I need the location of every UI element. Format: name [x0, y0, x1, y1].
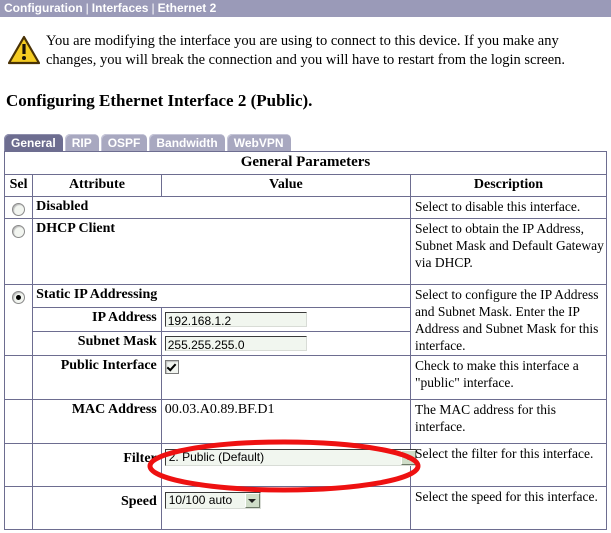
table-caption: General Parameters [4, 151, 607, 175]
tab-ospf[interactable]: OSPF [100, 134, 148, 152]
table-row-static-ip: Static IP Addressing Select to configure… [3, 283, 608, 356]
description-dhcp-client: Select to obtain the IP Address, Subnet … [409, 218, 608, 285]
radio-disabled-cell[interactable] [3, 196, 34, 219]
description-mac-address: The MAC address for this interface. [409, 399, 608, 444]
warning-banner: You are modifying the interface you are … [0, 32, 605, 70]
description-public-interface: Check to make this interface a "public" … [409, 355, 608, 400]
subnet-mask-input[interactable]: 255.255.255.0 [164, 335, 307, 351]
radio-dhcp-client[interactable] [12, 225, 26, 239]
warning-triangle-icon [8, 35, 40, 65]
breadcrumb-item-ethernet-2: Ethernet 2 [157, 1, 217, 15]
radio-static-ip[interactable] [12, 291, 26, 305]
page-title: Configuring Ethernet Interface 2 (Public… [6, 91, 313, 110]
chevron-down-icon[interactable] [244, 493, 260, 509]
description-filter: Select the filter for this interface. [409, 443, 608, 487]
description-disabled: Select to disable this interface. [409, 196, 608, 219]
table-row-disabled: Disabled Select to disable this interfac… [3, 196, 608, 219]
tab-rip[interactable]: RIP [64, 134, 99, 152]
value-mac-address: 00.03.A0.89.BF.D1 [160, 399, 411, 444]
table-row-dhcp-client: DHCP Client Select to obtain the IP Addr… [3, 218, 608, 285]
label-public-interface: Public Interface [32, 355, 162, 400]
tab-general[interactable]: General [4, 134, 63, 152]
column-header-value: Value [160, 174, 411, 197]
value-subnet-mask[interactable]: 255.255.255.0 [160, 331, 411, 356]
breadcrumb-item-configuration[interactable]: Configuration [0, 1, 83, 15]
table-header-row: Sel Attribute Value Description [3, 174, 608, 197]
table-caption-row: General Parameters [4, 151, 607, 175]
breadcrumb-separator: | [85, 1, 89, 15]
column-header-description: Description [409, 174, 608, 197]
speed-dropdown[interactable]: 10/100 auto [164, 492, 261, 510]
breadcrumb-separator: | [151, 1, 155, 15]
label-subnet-mask: Subnet Mask [32, 331, 162, 356]
breadcrumb-item-interfaces[interactable]: Interfaces [92, 1, 149, 15]
tab-bar: General RIP OSPF Bandwidth WebVPN [4, 133, 293, 152]
filter-dropdown[interactable]: 2. Public (Default) [164, 449, 417, 467]
tab-webvpn[interactable]: WebVPN [226, 134, 291, 152]
radio-dhcp-client-cell[interactable] [3, 218, 34, 285]
label-speed: Speed [32, 486, 162, 530]
description-speed: Select the speed for this interface. [409, 486, 608, 530]
label-mac-address: MAC Address [32, 399, 162, 444]
ip-address-input[interactable]: 192.168.1.2 [164, 311, 307, 327]
sel-spacer-public-interface [3, 355, 34, 400]
value-public-interface[interactable] [160, 355, 411, 400]
filter-dropdown-value: 2. Public (Default) [168, 450, 265, 465]
tab-bandwidth[interactable]: Bandwidth [149, 134, 225, 152]
description-static-ip: Select to configure the IP Address and S… [409, 284, 608, 356]
value-ip-address[interactable]: 192.168.1.2 [160, 307, 411, 333]
attribute-static-ip: Static IP Addressing [32, 283, 411, 309]
chevron-down-icon[interactable] [400, 450, 416, 466]
table-row-filter: Filter 2. Public (Default) Select the fi… [3, 443, 608, 487]
label-filter: Filter [32, 443, 162, 487]
public-interface-checkbox[interactable] [164, 359, 179, 374]
sel-spacer-speed [3, 486, 34, 530]
attribute-dhcp-client: DHCP Client [32, 218, 411, 285]
general-parameters-table: General Parameters Sel Attribute Value D… [3, 151, 608, 530]
column-header-sel: Sel [3, 174, 34, 197]
column-header-attribute: Attribute [32, 174, 162, 197]
warning-message: You are modifying the interface you are … [46, 33, 566, 68]
value-filter[interactable]: 2. Public (Default) [160, 443, 417, 487]
attribute-disabled: Disabled [32, 196, 411, 219]
radio-static-ip-cell[interactable] [3, 284, 34, 356]
sel-spacer-mac-address [3, 399, 34, 444]
breadcrumb: Configuration | Interfaces | Ethernet 2 [0, 0, 611, 17]
table-row-speed: Speed 10/100 auto Select the speed for t… [3, 486, 608, 530]
table-row-mac-address: MAC Address 00.03.A0.89.BF.D1 The MAC ad… [3, 399, 608, 444]
table-row-public-interface: Public Interface Check to make this inte… [3, 355, 608, 400]
radio-disabled[interactable] [12, 203, 26, 217]
speed-dropdown-value: 10/100 auto [168, 493, 233, 508]
label-ip-address: IP Address [32, 307, 162, 333]
sel-spacer-filter [3, 443, 34, 487]
value-speed[interactable]: 10/100 auto [160, 486, 411, 530]
